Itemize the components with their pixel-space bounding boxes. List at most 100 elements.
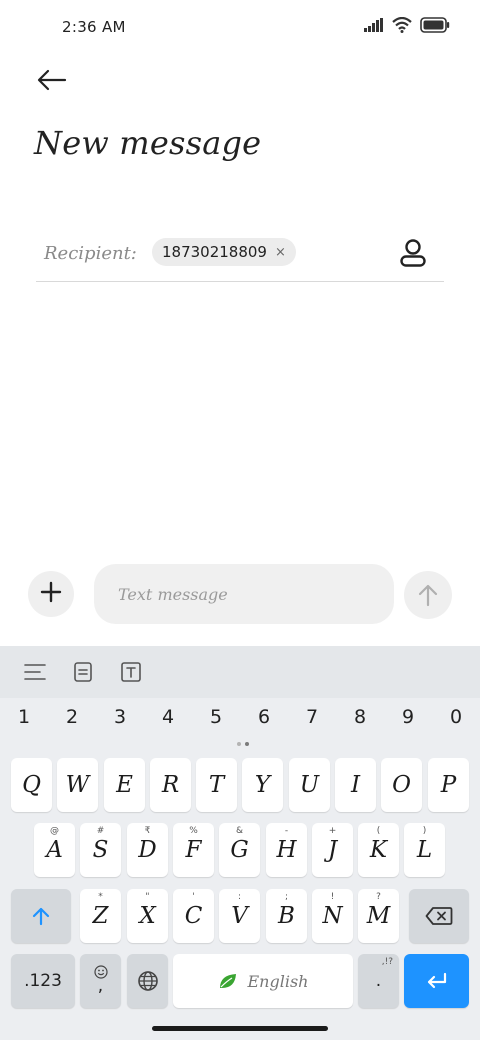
key-8[interactable]: 8 bbox=[340, 706, 380, 728]
signal-icon bbox=[364, 18, 384, 32]
numbers-key-label: .123 bbox=[24, 971, 62, 991]
key-e[interactable]: E bbox=[104, 758, 145, 812]
plus-icon bbox=[40, 581, 62, 607]
key-g[interactable]: & G bbox=[219, 823, 260, 877]
key-f[interactable]: % F bbox=[173, 823, 214, 877]
key-l-label: L bbox=[416, 837, 433, 863]
space-key[interactable]: English bbox=[173, 954, 353, 1008]
chip-remove-button[interactable]: × bbox=[275, 245, 286, 260]
key-z[interactable]: * Z bbox=[80, 889, 121, 943]
composer bbox=[0, 560, 480, 630]
period-key[interactable]: ,!? . bbox=[358, 954, 399, 1008]
key-m[interactable]: ? M bbox=[358, 889, 399, 943]
key-x[interactable]: " X bbox=[127, 889, 168, 943]
key-k-hint: ( bbox=[376, 826, 381, 836]
key-a[interactable]: @ A bbox=[34, 823, 75, 877]
backspace-key[interactable] bbox=[409, 889, 469, 943]
key-j-hint: + bbox=[328, 826, 337, 836]
key-0[interactable]: 0 bbox=[436, 706, 476, 728]
backspace-icon bbox=[425, 907, 453, 925]
attach-button[interactable] bbox=[28, 571, 74, 617]
key-c[interactable]: ' C bbox=[173, 889, 214, 943]
key-m-label: M bbox=[366, 903, 391, 929]
key-7[interactable]: 7 bbox=[292, 706, 332, 728]
language-key[interactable] bbox=[127, 954, 168, 1008]
send-arrow-icon bbox=[418, 584, 438, 607]
key-o[interactable]: O bbox=[381, 758, 422, 812]
keyboard-toolbar bbox=[0, 646, 480, 698]
text-format-icon[interactable] bbox=[118, 659, 144, 685]
key-x-hint: " bbox=[145, 892, 150, 902]
key-p[interactable]: P bbox=[428, 758, 469, 812]
period-label: . bbox=[375, 971, 382, 991]
key-f-label: F bbox=[185, 837, 202, 863]
key-2[interactable]: 2 bbox=[52, 706, 92, 728]
key-b[interactable]: ; B bbox=[266, 889, 307, 943]
key-h-hint: - bbox=[284, 826, 289, 836]
keyboard: 1 2 3 4 5 6 7 8 9 0 Q W E R T Y U I O P … bbox=[0, 646, 480, 1040]
globe-icon bbox=[137, 971, 158, 991]
send-button[interactable] bbox=[404, 571, 452, 619]
comma-label: , bbox=[97, 976, 104, 996]
key-3[interactable]: 3 bbox=[100, 706, 140, 728]
enter-key[interactable] bbox=[404, 954, 469, 1008]
key-i[interactable]: I bbox=[335, 758, 376, 812]
key-n[interactable]: ! N bbox=[312, 889, 353, 943]
key-5[interactable]: 5 bbox=[196, 706, 236, 728]
status-time: 2:36 AM bbox=[62, 18, 126, 36]
key-6[interactable]: 6 bbox=[244, 706, 284, 728]
contact-button[interactable] bbox=[396, 236, 430, 270]
period-hint: ,!? bbox=[381, 957, 393, 967]
key-a-hint: @ bbox=[50, 826, 59, 836]
key-h[interactable]: -H bbox=[266, 823, 307, 877]
key-j-label: J bbox=[327, 837, 338, 863]
enter-icon bbox=[427, 972, 446, 989]
key-b-hint: ; bbox=[284, 892, 289, 902]
key-y[interactable]: Y bbox=[242, 758, 283, 812]
key-w[interactable]: W bbox=[57, 758, 98, 812]
key-s-label: S bbox=[92, 837, 109, 863]
key-b-label: B bbox=[278, 903, 295, 929]
emoji-comma-key[interactable]: , bbox=[80, 954, 121, 1008]
key-k-label: K bbox=[369, 837, 388, 863]
key-j[interactable]: + J bbox=[312, 823, 353, 877]
key-m-hint: ? bbox=[376, 892, 381, 902]
key-n-label: N bbox=[322, 903, 343, 929]
key-k[interactable]: (K bbox=[358, 823, 399, 877]
key-l-hint: ) bbox=[422, 826, 427, 836]
key-v[interactable]: :V bbox=[219, 889, 260, 943]
recipient-chip[interactable]: 18730218809 × bbox=[152, 238, 296, 266]
recipient-row[interactable]: Recipient: 18730218809 × bbox=[36, 230, 444, 282]
clipboard-icon[interactable] bbox=[70, 659, 96, 685]
key-l[interactable]: ) L bbox=[404, 823, 445, 877]
numbers-key[interactable]: .123 bbox=[11, 954, 75, 1008]
status-bar: 2:36 AM bbox=[0, 0, 480, 56]
keyboard-page-dots bbox=[237, 742, 249, 746]
key-u[interactable]: U bbox=[289, 758, 330, 812]
key-q[interactable]: Q bbox=[11, 758, 52, 812]
key-n-hint: ! bbox=[330, 892, 335, 902]
key-x-label: X bbox=[139, 903, 156, 929]
key-r[interactable]: R bbox=[150, 758, 191, 812]
key-9[interactable]: 9 bbox=[388, 706, 428, 728]
message-input[interactable] bbox=[94, 564, 394, 624]
key-d[interactable]: ₹ D bbox=[127, 823, 168, 877]
key-1[interactable]: 1 bbox=[4, 706, 44, 728]
home-indicator[interactable] bbox=[152, 1026, 328, 1031]
menu-lines-icon[interactable] bbox=[22, 659, 48, 685]
key-c-label: C bbox=[184, 903, 203, 929]
battery-icon bbox=[420, 17, 450, 33]
back-arrow-icon bbox=[37, 69, 67, 91]
key-4[interactable]: 4 bbox=[148, 706, 188, 728]
key-f-hint: % bbox=[189, 826, 198, 836]
key-s[interactable]: # S bbox=[80, 823, 121, 877]
recipient-chip-text: 18730218809 bbox=[162, 243, 267, 261]
key-t[interactable]: T bbox=[196, 758, 237, 812]
key-d-hint: ₹ bbox=[144, 826, 151, 836]
wifi-icon bbox=[392, 17, 412, 33]
back-button[interactable] bbox=[34, 62, 70, 98]
shift-key[interactable] bbox=[11, 889, 71, 943]
page-title: New message bbox=[34, 124, 262, 162]
space-label: English bbox=[247, 971, 309, 991]
shift-arrow-icon bbox=[32, 907, 50, 926]
